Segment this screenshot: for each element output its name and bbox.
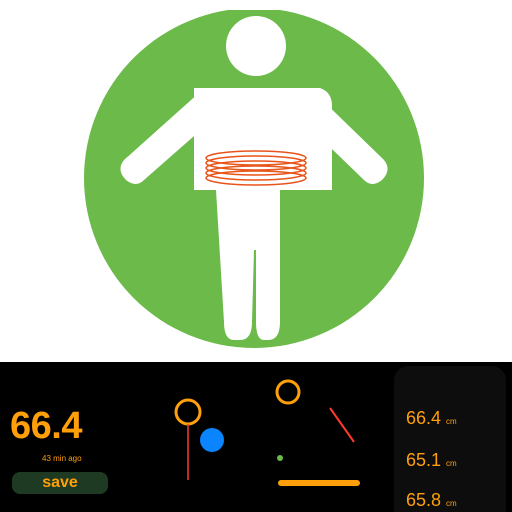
progress-panel — [262, 362, 372, 512]
save-button[interactable]: save — [12, 472, 108, 494]
gauge-graphic — [174, 398, 224, 480]
history-value: 65.1 — [406, 450, 442, 470]
complications-strip: 66.4 43 min ago save 66.4 cm 65.1 cm 65.8 c… — [0, 362, 512, 512]
history-value: 66.4 — [406, 408, 442, 428]
history-row: 65.8 cm — [406, 490, 457, 511]
history-unit: cm — [446, 499, 457, 508]
needle-icon — [329, 407, 355, 443]
progress-bar-icon — [278, 480, 360, 486]
time-ago: 43 min ago — [42, 454, 82, 463]
ring-icon — [174, 398, 202, 426]
current-measurement-panel[interactable]: 66.4 43 min ago save — [0, 362, 120, 512]
history-unit: cm — [446, 417, 457, 426]
history-row: 65.1 cm — [406, 450, 457, 471]
progress-graphic — [275, 379, 360, 486]
history-panel[interactable]: 66.4 cm 65.1 cm 65.8 cm — [394, 366, 506, 512]
gauge-panel — [150, 362, 260, 512]
history-unit: cm — [446, 459, 457, 468]
history-value: 65.8 — [406, 490, 442, 510]
ring-icon — [275, 379, 301, 405]
icon-area — [0, 0, 512, 362]
waist-measurement-icon — [84, 10, 424, 348]
history-row: 66.4 cm — [406, 408, 457, 429]
current-value: 66.4 — [10, 405, 82, 447]
blue-dot-icon — [200, 428, 224, 452]
